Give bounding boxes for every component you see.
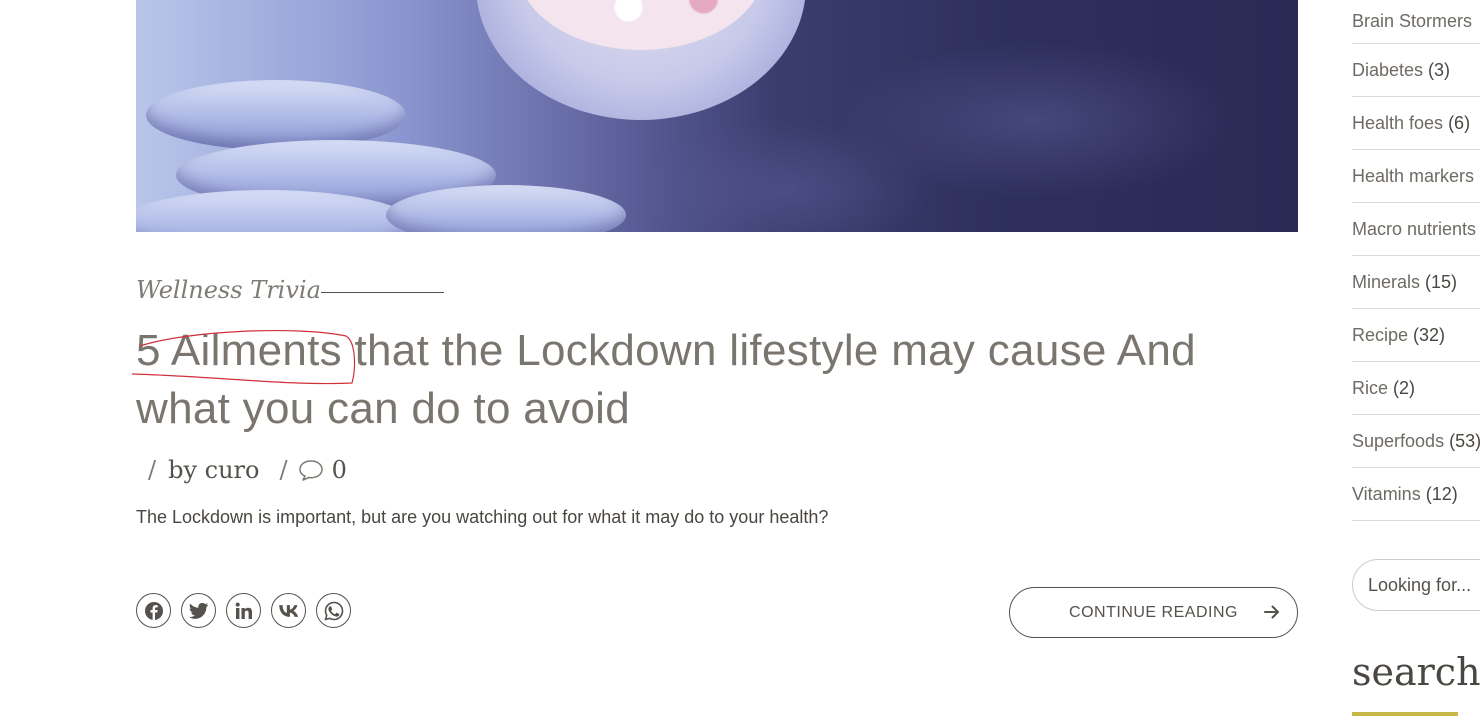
category-count: (53) — [1449, 430, 1480, 451]
search-input[interactable] — [1352, 559, 1480, 611]
category-count: (12) — [1425, 483, 1458, 504]
meta-separator: / — [279, 456, 288, 484]
category-label[interactable]: Health markers — [1352, 166, 1474, 187]
category-item-vitamins[interactable]: Vitamins (12) — [1352, 468, 1480, 521]
category-item-superfoods[interactable]: Superfoods (53) — [1352, 415, 1480, 468]
category-item-diabetes[interactable]: Diabetes (3) — [1352, 44, 1480, 97]
category-item-health-markers[interactable]: Health markers — [1352, 150, 1480, 203]
post-excerpt: The Lockdown is important, but are you w… — [136, 507, 829, 527]
whatsapp-share-button[interactable] — [316, 593, 351, 628]
linkedin-icon — [235, 602, 252, 619]
share-buttons — [136, 593, 351, 628]
category-divider — [321, 292, 444, 293]
category-label[interactable]: Recipe — [1352, 325, 1408, 346]
post-meta: / by curo / 0 — [148, 456, 347, 484]
search-title-underline — [1352, 712, 1458, 716]
category-label[interactable]: Diabetes — [1352, 60, 1423, 81]
linkedin-share-button[interactable] — [226, 593, 261, 628]
search-widget-title: search — [1352, 650, 1480, 694]
featured-image[interactable] — [136, 0, 1298, 232]
post-category[interactable]: Wellness Trivia — [136, 276, 321, 304]
category-item-recipe[interactable]: Recipe (32) — [1352, 309, 1480, 362]
category-count: (3) — [1428, 59, 1451, 80]
category-item-brain-stormers[interactable]: Brain Stormers — [1352, 0, 1480, 44]
category-label[interactable]: Macro nutrients — [1352, 219, 1476, 240]
post-title-text[interactable]: 5 Ailments that the Lockdown lifestyle m… — [136, 326, 1196, 433]
post-category-label[interactable]: Wellness Trivia — [136, 276, 321, 304]
arrow-right-icon — [1264, 605, 1279, 619]
whatsapp-icon — [323, 601, 343, 621]
category-count: (6) — [1448, 112, 1471, 133]
vk-icon — [278, 604, 298, 617]
featured-image-knit — [146, 80, 406, 150]
continue-reading-label: CONTINUE READING — [1069, 603, 1238, 621]
category-item-rice[interactable]: Rice (2) — [1352, 362, 1480, 415]
category-count: (15) — [1425, 271, 1458, 292]
continue-reading-button[interactable]: CONTINUE READING — [1009, 587, 1298, 638]
meta-separator: / — [148, 456, 157, 484]
post-title[interactable]: 5 Ailments that the Lockdown lifestyle m… — [136, 322, 1298, 438]
sidebar: Brain Stormers Diabetes (3) Health foes (6… — [1352, 0, 1480, 726]
category-count: (2) — [1393, 377, 1416, 398]
category-count: (32) — [1413, 324, 1446, 345]
post-author[interactable]: by curo — [168, 456, 259, 484]
comment-count[interactable]: 0 — [332, 456, 347, 484]
category-item-minerals[interactable]: Minerals (15) — [1352, 256, 1480, 309]
category-label[interactable]: Rice — [1352, 378, 1388, 399]
category-item-health-foes[interactable]: Health foes (6) — [1352, 97, 1480, 150]
category-label[interactable]: Minerals — [1352, 272, 1420, 293]
twitter-icon — [188, 602, 208, 619]
comment-icon[interactable] — [298, 458, 324, 482]
category-label[interactable]: Health foes — [1352, 113, 1443, 134]
twitter-share-button[interactable] — [181, 593, 216, 628]
facebook-share-button[interactable] — [136, 593, 171, 628]
category-list: Brain Stormers Diabetes (3) Health foes (6… — [1352, 0, 1480, 521]
category-label[interactable]: Brain Stormers — [1352, 11, 1472, 32]
vk-share-button[interactable] — [271, 593, 306, 628]
facebook-icon — [144, 601, 163, 620]
category-label[interactable]: Vitamins — [1352, 484, 1421, 505]
category-item-macro-nutrients[interactable]: Macro nutrients — [1352, 203, 1480, 256]
category-label[interactable]: Superfoods — [1352, 431, 1444, 452]
